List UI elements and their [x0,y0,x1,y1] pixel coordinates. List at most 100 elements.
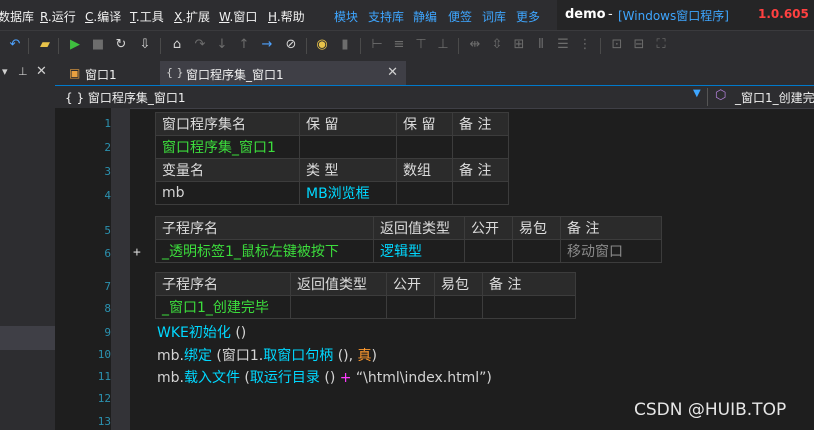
align-bottom-icon[interactable]: ⊥ [434,36,452,54]
code-line-10[interactable]: mb.绑定 (窗口1.取窗口句柄 (), 真) [157,345,377,365]
header-cell: 易包 [434,272,483,296]
string-literal: “\html\index.html” [351,370,487,386]
menu-help-label: .帮助 [276,10,305,24]
align-center-icon[interactable]: ≡ [390,36,408,54]
menu-help-key: H [268,10,277,24]
breakpoint-icon[interactable]: ⊘ [282,36,300,54]
close-icon[interactable]: ✕ [36,64,47,79]
public-cell[interactable] [386,295,435,319]
menu-extend[interactable]: X.扩展 [174,8,210,25]
project-type: [Windows窗口程序] [618,9,729,23]
cube-icon: ⬡ [715,88,727,103]
quick-dictionary[interactable]: 词库 [482,8,506,25]
assembly-table: 窗口程序集名 保 留 保 留 备 注 窗口程序集_窗口1 变量名 类 型 数组 … [155,112,509,205]
assembly-selector[interactable]: { } 窗口程序集_窗口1 [65,89,186,106]
center-v-icon[interactable]: ⊟ [630,36,648,54]
align-left-icon[interactable]: ⊢ [368,36,386,54]
easy-package-cell[interactable] [512,239,561,263]
align-top-icon[interactable]: ⊤ [412,36,430,54]
project-separator: - [608,7,613,22]
compile-icon[interactable]: ⇩ [136,36,154,54]
code-line-9[interactable]: WKE初始化 () [157,322,246,342]
header-cell: 保 留 [299,112,397,136]
tab-label: 窗口1 [85,68,117,82]
bookmark-icon[interactable]: ▮ [336,36,354,54]
v-spacing-icon[interactable]: ☰ [554,36,572,54]
note-cell[interactable] [452,181,509,205]
step-out-icon[interactable]: ↑ [235,36,253,54]
note-cell[interactable]: 移动窗口 [560,239,662,263]
same-height-icon[interactable]: ⇳ [488,36,506,54]
note-cell[interactable] [482,295,576,319]
return-type-cell[interactable] [290,295,387,319]
subroutine-name-cell[interactable]: _窗口1_创建完毕 [155,295,291,319]
header-cell: 窗口程序集名 [155,112,300,136]
subroutine-name-cell[interactable]: _透明标签1_鼠标左键被按下 [155,239,374,263]
menu-compile[interactable]: C.编译 [85,8,121,25]
note-cell[interactable] [452,135,509,159]
run-icon[interactable]: ▶ [66,36,84,54]
h-spacing-icon[interactable]: ⦀ [532,36,550,54]
tab-assembly-window1[interactable]: { } 窗口程序集_窗口1 ✕ [160,61,406,85]
left-panel-selected-item[interactable] [0,326,55,350]
header-cell: 返回值类型 [373,216,465,240]
quick-modules[interactable]: 模块 [334,8,358,25]
navigation-bar: { } 窗口程序集_窗口1 ▼ ⬡ _窗口1_创建完 [55,85,814,109]
window-icon: ▣ [69,66,81,80]
expand-icon[interactable]: + [133,245,141,260]
header-cell: 公开 [464,216,513,240]
variable-type-cell[interactable]: MB浏览框 [299,181,397,205]
menu-tools[interactable]: T.工具 [130,8,164,25]
menu-database[interactable]: 数据库 [0,8,34,25]
quick-static-compile[interactable]: 静编 [413,8,437,25]
array-cell[interactable] [396,181,453,205]
subroutine-selector[interactable]: _窗口1_创建完 [735,89,814,106]
same-width-icon[interactable]: ⇹ [466,36,484,54]
reserved-cell[interactable] [396,135,453,159]
fit-icon[interactable]: ⛶ [652,36,670,54]
center-h-icon[interactable]: ⊡ [608,36,626,54]
pin-icon[interactable]: ⊥ [18,65,28,78]
assembly-name-cell[interactable]: 窗口程序集_窗口1 [155,135,300,159]
quick-support-lib[interactable]: 支持库 [368,8,404,25]
same-size-icon[interactable]: ⊞ [510,36,528,54]
reserved-cell[interactable] [299,135,397,159]
distribute-icon[interactable]: ⋮ [576,36,594,54]
tab-strip: ▣ 窗口1 { } 窗口程序集_窗口1 ✕ [55,61,814,85]
left-panel-tree[interactable] [0,85,55,430]
line-number: 8 [104,302,111,315]
project-title: demo - [Windows窗口程序] 1.0.605 [557,0,814,30]
run-to-cursor-icon[interactable]: → [258,36,276,54]
quick-more[interactable]: 更多 [516,8,540,25]
quick-notes[interactable]: 便签 [448,8,472,25]
step-over-icon[interactable]: ↷ [191,36,209,54]
tab-window1[interactable]: ▣ 窗口1 [59,61,159,85]
undo-icon[interactable]: ↶ [6,36,24,54]
menu-run[interactable]: R.运行 [40,8,76,25]
debug-icon[interactable]: ⌂ [168,36,186,54]
header-cell: 备 注 [482,272,576,296]
header-cell: 类 型 [299,158,397,182]
menu-tools-label: .工具 [135,10,164,24]
return-type-cell[interactable]: 逻辑型 [373,239,465,263]
header-cell: 子程序名 [155,272,291,296]
public-cell[interactable] [464,239,513,263]
menu-help[interactable]: H.帮助 [268,8,305,25]
close-icon[interactable]: ✕ [387,65,398,80]
stop-icon[interactable]: ■ [89,36,107,54]
lightbulb-icon[interactable]: ◉ [313,36,331,54]
header-cell: 易包 [512,216,561,240]
variable-name-cell[interactable]: mb [155,181,300,205]
toolbar: ↶ ▰ ▶ ■ ↻ ⇩ ⌂ ↷ ↓ ↑ → ⊘ ◉ ▮ ⊢ ≡ ⊤ ⊥ ⇹ ⇳ … [0,30,814,61]
chevron-down-icon[interactable]: ▼ [693,88,701,99]
open-folder-icon[interactable]: ▰ [36,36,54,54]
project-name: demo [565,7,606,22]
code-line-11[interactable]: mb.载入文件 (取运行目录 () + “\html\index.html”) [157,367,492,387]
toolbar-separator [458,38,459,54]
header-cell: 公开 [386,272,435,296]
restart-icon[interactable]: ↻ [112,36,130,54]
menu-window[interactable]: W.窗口 [219,8,257,25]
chevron-down-icon[interactable]: ▾ [2,65,8,78]
easy-package-cell[interactable] [434,295,483,319]
step-into-icon[interactable]: ↓ [213,36,231,54]
